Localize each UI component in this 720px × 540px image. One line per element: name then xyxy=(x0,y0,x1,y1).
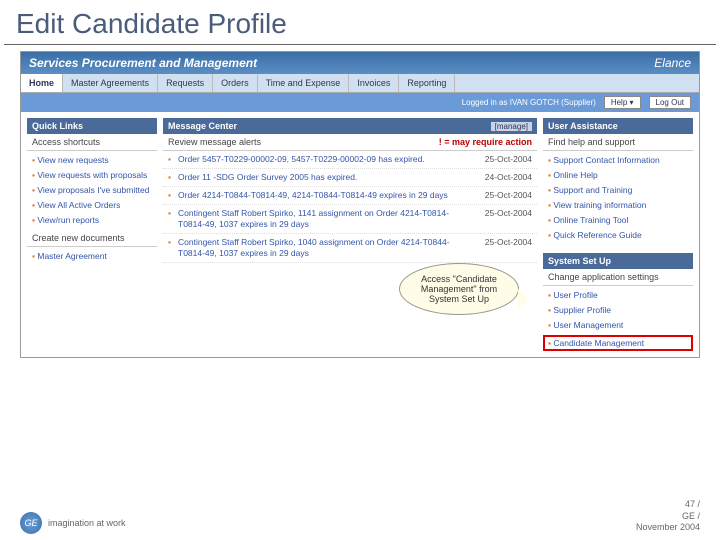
ql-requests-proposals[interactable]: View requests with proposals xyxy=(37,170,147,180)
tab-home[interactable]: Home xyxy=(21,74,63,92)
message-link[interactable]: Order 5457-T0229-00002-09, 5457-T0229-00… xyxy=(178,154,472,165)
ge-tagline: imagination at work xyxy=(48,518,126,528)
message-date: 25-Oct-2004 xyxy=(472,190,532,201)
message-row: ▪Contingent Staff Robert Spirko, 1141 as… xyxy=(163,205,537,234)
tab-orders[interactable]: Orders xyxy=(213,74,258,92)
message-date: 25-Oct-2004 xyxy=(472,208,532,230)
create-docs-list: Master Agreement xyxy=(27,247,157,266)
system-setup-sub: Change application settings xyxy=(543,269,693,286)
tab-invoices[interactable]: Invoices xyxy=(349,74,399,92)
assist-list: Support Contact Information Online Help … xyxy=(543,151,693,245)
ql-active-orders[interactable]: View All Active Orders xyxy=(37,200,120,210)
message-row: ▪Order 11 -SDG Order Survey 2005 has exp… xyxy=(163,169,537,187)
setup-supplier-profile[interactable]: Supplier Profile xyxy=(553,305,611,315)
sub-bar: Logged in as IVAN GOTCH (Supplier) Help … xyxy=(21,93,699,112)
quick-links-panel: Quick Links Access shortcuts View new re… xyxy=(27,118,157,266)
logged-in-label: Logged in as IVAN GOTCH (Supplier) xyxy=(462,98,596,107)
manage-link[interactable]: [manage] xyxy=(491,122,532,131)
message-center-sub: Review message alerts ! = may require ac… xyxy=(163,134,537,151)
quick-links-list: View new requests View requests with pro… xyxy=(27,151,157,230)
action-legend: ! = may require action xyxy=(439,137,532,147)
assist-training-tool[interactable]: Online Training Tool xyxy=(553,215,628,225)
assist-quick-ref[interactable]: Quick Reference Guide xyxy=(553,230,641,240)
app-window: Services Procurement and Management Elan… xyxy=(20,51,700,358)
right-column: User Assistance Find help and support Su… xyxy=(543,118,693,351)
setup-user-management[interactable]: User Management xyxy=(553,320,623,330)
help-dropdown[interactable]: Help ▾ xyxy=(604,96,641,109)
user-assistance-header: User Assistance xyxy=(543,118,693,134)
title-rule xyxy=(4,44,716,45)
create-master-agreement[interactable]: Master Agreement xyxy=(37,251,106,261)
ql-reports[interactable]: View/run reports xyxy=(37,215,99,225)
setup-candidate-management[interactable]: Candidate Management xyxy=(553,338,644,348)
message-date: 25-Oct-2004 xyxy=(472,237,532,259)
ge-logo-icon: GE xyxy=(20,512,42,534)
message-date: 24-Oct-2004 xyxy=(472,172,532,183)
main-columns: Quick Links Access shortcuts View new re… xyxy=(21,112,699,357)
brand-label: Elance xyxy=(654,56,691,70)
message-link[interactable]: Order 11 -SDG Order Survey 2005 has expi… xyxy=(178,172,472,183)
quick-links-header: Quick Links xyxy=(27,118,157,134)
footer-meta: 47 / GE / November 2004 xyxy=(636,499,700,534)
ge-logo-block: GE imagination at work xyxy=(20,512,126,534)
candidate-management-highlight: ▪ Candidate Management xyxy=(543,335,693,351)
app-title: Services Procurement and Management xyxy=(29,56,257,70)
message-row: ▪Order 4214-T0844-T0814-49, 4214-T0844-T… xyxy=(163,187,537,205)
footer-date: November 2004 xyxy=(636,522,700,534)
tab-time-expense[interactable]: Time and Expense xyxy=(258,74,350,92)
message-row: ▪Order 5457-T0229-00002-09, 5457-T0229-0… xyxy=(163,151,537,169)
setup-list: User Profile Supplier Profile User Manag… xyxy=(543,286,693,335)
slide-title: Edit Candidate Profile xyxy=(0,0,720,44)
tab-master-agreements[interactable]: Master Agreements xyxy=(63,74,158,92)
assist-online-help[interactable]: Online Help xyxy=(553,170,597,180)
quick-links-sub: Access shortcuts xyxy=(27,134,157,151)
company-label: GE / xyxy=(636,511,700,523)
assist-training-info[interactable]: View training information xyxy=(553,200,646,210)
message-center-panel: Message Center [manage] Review message a… xyxy=(163,118,537,263)
user-assistance-sub: Find help and support xyxy=(543,134,693,151)
nav-tabs: Home Master Agreements Requests Orders T… xyxy=(21,74,699,93)
system-setup-header: System Set Up xyxy=(543,253,693,269)
message-row: ▪Contingent Staff Robert Spirko, 1040 as… xyxy=(163,234,537,263)
message-link[interactable]: Contingent Staff Robert Spirko, 1040 ass… xyxy=(178,237,472,259)
ql-new-requests[interactable]: View new requests xyxy=(37,155,108,165)
message-center-header: Message Center [manage] xyxy=(163,118,537,134)
page-number: 47 / xyxy=(636,499,700,511)
assist-contact[interactable]: Support Contact Information xyxy=(553,155,659,165)
setup-user-profile[interactable]: User Profile xyxy=(553,290,597,300)
message-link[interactable]: Contingent Staff Robert Spirko, 1141 ass… xyxy=(178,208,472,230)
tab-reporting[interactable]: Reporting xyxy=(399,74,455,92)
app-header: Services Procurement and Management Elan… xyxy=(21,52,699,74)
ql-proposals-submitted[interactable]: View proposals I've submitted xyxy=(37,185,149,195)
slide-footer: GE imagination at work 47 / GE / Novembe… xyxy=(0,499,720,534)
create-docs-header: Create new documents xyxy=(27,230,157,247)
message-link[interactable]: Order 4214-T0844-T0814-49, 4214-T0844-T0… xyxy=(178,190,472,201)
assist-support-training[interactable]: Support and Training xyxy=(553,185,632,195)
logout-button[interactable]: Log Out xyxy=(649,96,691,109)
tab-requests[interactable]: Requests xyxy=(158,74,213,92)
message-date: 25-Oct-2004 xyxy=(472,154,532,165)
